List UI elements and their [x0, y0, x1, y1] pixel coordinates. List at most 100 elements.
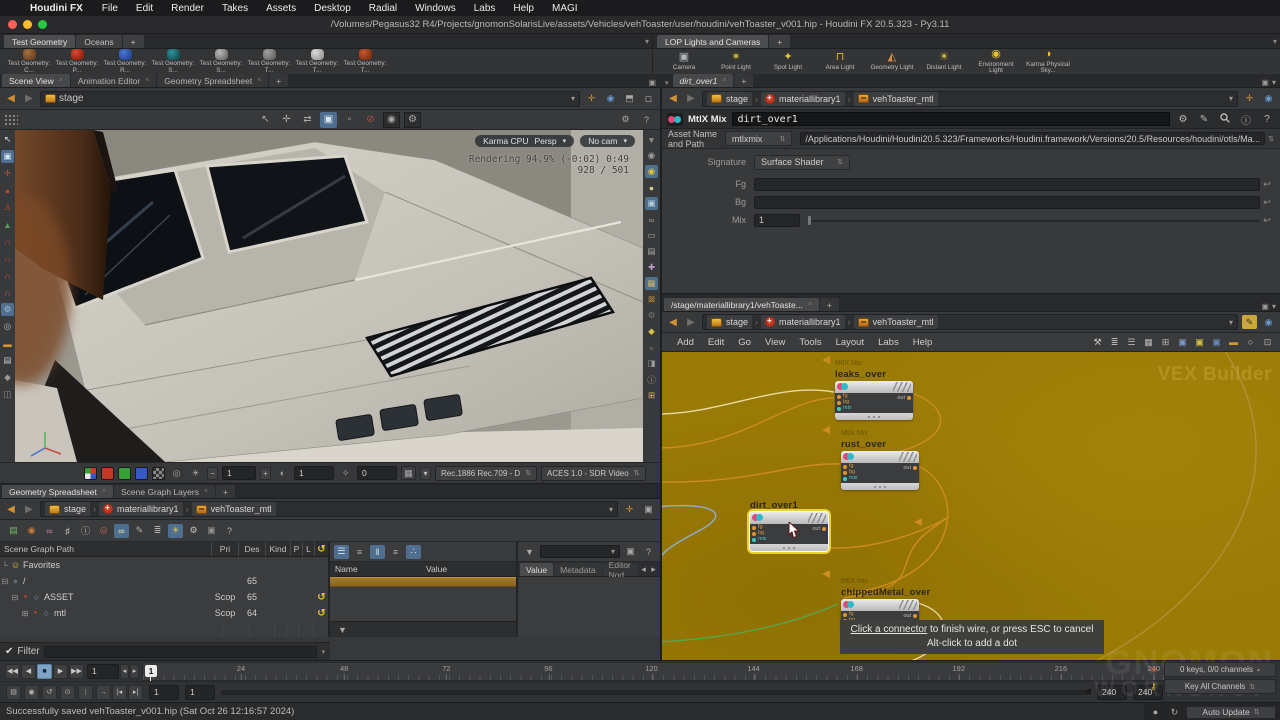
add-pane-tab-button[interactable]: +	[820, 298, 839, 311]
image-plane-icon[interactable]: ▦	[645, 277, 658, 290]
col-pri[interactable]: Pri	[211, 542, 238, 556]
snap-prim-icon[interactable]: ∩	[1, 269, 14, 282]
node-title[interactable]: leaks_over	[835, 369, 913, 381]
asset-path-spinner-icon[interactable]: ⇅	[1268, 135, 1274, 143]
network-menu-item[interactable]: Edit	[701, 337, 731, 348]
menubar-item[interactable]: Takes	[213, 3, 257, 14]
menubar-item[interactable]: Render	[162, 3, 213, 14]
tree-row-root[interactable]: ⊟● / 65	[0, 573, 328, 589]
filter-funnel-icon[interactable]: ▼	[335, 623, 350, 637]
display-green-icon[interactable]	[118, 467, 131, 480]
help-icon[interactable]: ?	[641, 545, 656, 559]
input-mix[interactable]: mix	[837, 406, 911, 412]
handles-tool-icon[interactable]: ✛	[1, 167, 14, 180]
lut-icon[interactable]: ▦	[401, 466, 416, 480]
pane-grip-handle[interactable]	[4, 114, 18, 125]
node-header[interactable]	[841, 599, 919, 611]
zoom-region-icon[interactable]: ▫	[341, 112, 358, 128]
list-mode-icon[interactable]: ≡	[352, 545, 367, 559]
node-header[interactable]	[841, 451, 919, 463]
pane-menu-arrow-icon[interactable]: ▾	[1272, 78, 1276, 87]
fg-jump-icon[interactable]: ↩	[1260, 179, 1274, 190]
stop-button[interactable]: ■	[37, 664, 52, 679]
shelf-tool[interactable]: ⊓ Area Light	[815, 52, 865, 71]
app-menu[interactable]: Houdini FX	[30, 3, 83, 14]
node-header[interactable]	[835, 381, 913, 393]
display-rgb-icon[interactable]	[84, 467, 97, 480]
range-start-field[interactable]: 1	[149, 685, 179, 700]
layers-badge-icon[interactable]: ▤	[6, 524, 21, 538]
node-footer[interactable]	[835, 413, 913, 420]
renderer-selector[interactable]: Karma CPUPersp▾	[475, 135, 574, 147]
info-icon[interactable]: ⓘ	[1238, 112, 1254, 127]
output-out[interactable]: out	[897, 395, 911, 401]
pane-split-icon[interactable]: ▾	[662, 79, 672, 87]
playhead[interactable]: 1	[145, 665, 157, 677]
asset-path-field[interactable]: /Applications/Houdini/Houdini20.5.323/Fr…	[800, 132, 1265, 145]
col-name[interactable]: Name	[330, 564, 426, 574]
path-dropdown-icon[interactable]: ▾	[609, 505, 613, 514]
tree-row-asset[interactable]: ⊟ ● ○ ASSET Scop 65 ↺	[0, 589, 328, 605]
col-p[interactable]: P	[290, 542, 302, 556]
columns-mode-icon[interactable]: ‖	[370, 545, 385, 559]
shelf-tool[interactable]: ◭ Geometry Light	[867, 52, 917, 71]
snap-grid-icon[interactable]: ∩	[1, 235, 14, 248]
auto-update-select[interactable]: Auto Update⇅	[1186, 706, 1276, 719]
asset-name-select[interactable]: mtlxmix⇅	[725, 131, 793, 146]
range-lock-left-icon[interactable]: |◂	[112, 685, 127, 700]
filter-input[interactable]	[44, 646, 318, 658]
menubar-item[interactable]: Labs	[465, 3, 505, 14]
help-icon[interactable]: ?	[1259, 114, 1275, 125]
sceneview-path-field[interactable]: stage ▾	[40, 91, 580, 107]
crumb-stage[interactable]: stage	[707, 92, 752, 106]
sun-badge-icon[interactable]: ☀	[168, 524, 183, 538]
link-group-icon[interactable]: ◉	[603, 92, 618, 106]
viewport-3d[interactable]: Karma CPUPersp▾ No cam▾ Rendering 94.9% …	[15, 130, 643, 462]
tab-dirt-over1[interactable]: dirt_over1×	[673, 74, 734, 87]
output-out[interactable]: out	[812, 526, 826, 532]
menubar-item[interactable]: Assets	[257, 3, 305, 14]
shelf-tool[interactable]: ▣ Camera	[659, 52, 709, 71]
network-menu-item[interactable]: View	[758, 337, 792, 348]
node-rust-over[interactable]: MtlX Mix rust_over fg bg mix out	[841, 430, 919, 490]
network-menu-item[interactable]: Tools	[792, 337, 828, 348]
range-lock-right-icon[interactable]: ▸|	[128, 685, 143, 700]
pin-pane-icon[interactable]: ✛	[584, 92, 599, 106]
info-circle-icon[interactable]: ⓘ	[78, 524, 93, 538]
display-dropdown-icon[interactable]: ▾	[420, 467, 431, 480]
notebook-blue-icon[interactable]: ▣	[1175, 335, 1190, 349]
shelf-tool[interactable]: Test Geometry: T...	[246, 49, 292, 74]
shelf-tool[interactable]: Test Geometry: P...	[54, 49, 100, 74]
render-flag-icon[interactable]: ◉	[383, 112, 400, 128]
menubar-item[interactable]: MAGI	[543, 3, 587, 14]
shelf-tool[interactable]: Test Geometry: S...	[150, 49, 196, 74]
shelf-tool[interactable]: ◉ Environment Light	[971, 49, 1021, 75]
flip-loop-icon[interactable]: ↺	[42, 685, 57, 700]
node-title[interactable]: rust_over	[841, 439, 919, 451]
crumb-materiallibrary[interactable]: materiallibrary1	[761, 92, 845, 106]
search-red-icon[interactable]: ◎	[96, 524, 111, 538]
light-bulb-icon[interactable]: ●	[645, 181, 658, 194]
shelf-tool[interactable]: Test Geometry: T...	[342, 49, 388, 74]
notebook-add-icon[interactable]: ▣	[1209, 335, 1224, 349]
path-dropdown-icon[interactable]: ▾	[1229, 318, 1233, 327]
bg-jump-icon[interactable]: ↩	[1260, 197, 1274, 208]
pane-menu-icon[interactable]: ▣	[648, 78, 656, 87]
view-tool-icon[interactable]: ⚙	[1, 303, 14, 316]
key-channels-icon[interactable]: ⚷	[1146, 680, 1161, 694]
display-red-icon[interactable]	[101, 467, 114, 480]
frame-inc-icon[interactable]: ▸	[130, 664, 139, 679]
shelf-tool[interactable]: ☀ Distant Light	[919, 52, 969, 71]
add-pane-tab-button[interactable]: +	[216, 485, 235, 498]
blend-pose-icon[interactable]: ▲	[1, 218, 14, 231]
display-blue-icon[interactable]	[135, 467, 148, 480]
list-icon[interactable]: ☰	[1124, 335, 1139, 349]
search-icon[interactable]	[1217, 113, 1233, 126]
network-canvas[interactable]: VEX Builder MtlX Mix leaks_over fg bg mi…	[662, 352, 1280, 660]
path-dropdown-icon[interactable]: ▾	[571, 94, 575, 103]
pin-pane-icon[interactable]: ✛	[1242, 92, 1257, 106]
rows-mode-icon[interactable]: ≡	[388, 545, 403, 559]
pane-maximize-icon[interactable]: ▣	[1261, 78, 1269, 87]
gamma-value[interactable]: 0	[357, 466, 397, 480]
pane-maximize-icon[interactable]: □	[641, 92, 656, 106]
